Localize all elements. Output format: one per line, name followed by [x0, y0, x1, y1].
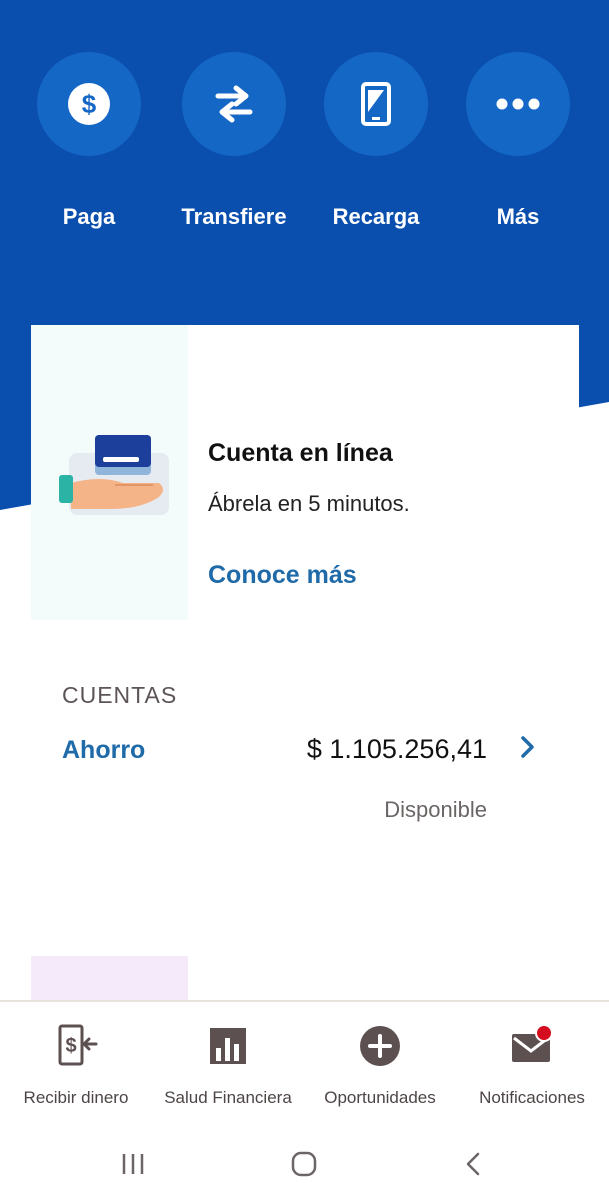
action-transfer-circle[interactable]	[182, 52, 286, 156]
account-balance: $ 1.105.256,41	[306, 734, 487, 764]
nav-item-opportunities[interactable]: Oportunidades	[304, 1002, 456, 1134]
receive-money-icon: $	[58, 1024, 98, 1066]
action-pay-button[interactable]: $ Paga	[19, 52, 159, 230]
action-recharge-label: Recarga	[332, 204, 420, 229]
notification-badge	[535, 1024, 553, 1042]
action-recharge-button[interactable]: Recarga	[306, 52, 446, 230]
quick-actions: $ Paga Transfiere Recarga Más	[0, 52, 609, 252]
promo-strip	[31, 956, 188, 1000]
account-name[interactable]: Ahorro	[62, 736, 145, 765]
chevron-right-icon[interactable]	[516, 733, 540, 761]
action-more-button[interactable]: Más	[448, 52, 588, 230]
action-more-label: Más	[496, 204, 540, 229]
nav-label-financial-health: Salud Financiera	[164, 1088, 292, 1107]
action-recharge-circle[interactable]	[324, 52, 428, 156]
bar-chart-icon	[210, 1028, 246, 1064]
bottom-nav: $ Recibir dinero Salud Financiera Oportu…	[0, 1000, 609, 1134]
action-transfer-label: Transfiere	[181, 204, 287, 229]
system-nav-bar	[0, 1132, 609, 1200]
promo-subtitle: Ábrela en 5 minutos.	[208, 491, 410, 516]
account-status: Disponible	[384, 797, 487, 822]
promo-card[interactable]: Cuenta en línea Ábrela en 5 minutos. Con…	[31, 325, 579, 620]
promo-learn-more-link[interactable]: Conoce más	[208, 561, 357, 590]
nav-label-opportunities: Oportunidades	[324, 1088, 436, 1107]
nav-item-notifications[interactable]: Notificaciones	[456, 1002, 608, 1134]
card-in-hand-icon	[59, 435, 169, 515]
dollar-icon: $	[68, 83, 110, 125]
recent-apps-icon[interactable]	[120, 1150, 146, 1178]
svg-text:$: $	[82, 89, 97, 119]
action-more-circle[interactable]	[466, 52, 570, 156]
mail-icon	[512, 1024, 553, 1062]
promo-title: Cuenta en línea	[208, 439, 393, 467]
action-pay-label: Paga	[62, 204, 116, 229]
plus-circle-icon	[360, 1026, 400, 1066]
nav-label-receive-money: Recibir dinero	[23, 1088, 129, 1107]
nav-item-receive-money[interactable]: $ Recibir dinero	[0, 1002, 152, 1134]
action-pay-circle[interactable]: $	[37, 52, 141, 156]
nav-item-financial-health[interactable]: Salud Financiera	[152, 1002, 304, 1134]
transfer-arrows-icon	[215, 85, 253, 123]
svg-text:$: $	[65, 1035, 76, 1057]
home-icon[interactable]	[290, 1150, 318, 1178]
more-dots-icon	[496, 98, 540, 110]
action-transfer-button[interactable]: Transfiere	[164, 52, 304, 230]
accounts-section-title: CUENTAS	[62, 682, 178, 708]
promo-illustration	[31, 325, 188, 620]
phone-icon	[361, 82, 391, 126]
back-icon[interactable]	[462, 1150, 486, 1178]
nav-label-notifications: Notificaciones	[479, 1088, 585, 1107]
